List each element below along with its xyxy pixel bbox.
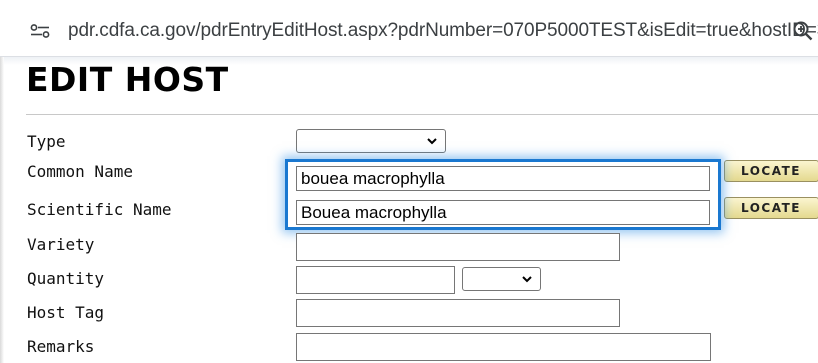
scientific-name-input[interactable]: [296, 200, 710, 225]
quantity-input[interactable]: [296, 266, 455, 294]
variety-input[interactable]: [296, 233, 620, 261]
common-name-label: Common Name: [27, 162, 133, 181]
quantity-unit-select[interactable]: [462, 267, 541, 291]
divider: [26, 114, 818, 115]
chevron-down-icon: [427, 138, 437, 145]
remarks-input[interactable]: [296, 333, 711, 361]
host-tag-label: Host Tag: [27, 303, 105, 322]
site-settings-icon[interactable]: [30, 24, 50, 38]
chevron-down-icon: [522, 276, 532, 283]
variety-label: Variety: [27, 235, 95, 254]
remarks-label: Remarks: [27, 337, 95, 356]
zoom-icon[interactable]: [792, 20, 814, 42]
address-bar[interactable]: pdr.cdfa.ca.gov/pdrEntryEditHost.aspx?pd…: [0, 0, 818, 57]
type-select[interactable]: [296, 129, 446, 153]
page-title: EDIT HOST: [26, 60, 229, 99]
scientific-name-label: Scientific Name: [27, 200, 172, 219]
type-label: Type: [27, 132, 66, 151]
quantity-label: Quantity: [27, 269, 105, 288]
locate-common-name-button[interactable]: LOCATE: [724, 160, 818, 182]
host-tag-input[interactable]: [296, 299, 620, 327]
window-edge: [0, 57, 4, 363]
locate-scientific-name-button[interactable]: LOCATE: [724, 197, 818, 219]
common-name-input[interactable]: [296, 166, 710, 191]
url-text[interactable]: pdr.cdfa.ca.gov/pdrEntryEditHost.aspx?pd…: [68, 20, 818, 42]
